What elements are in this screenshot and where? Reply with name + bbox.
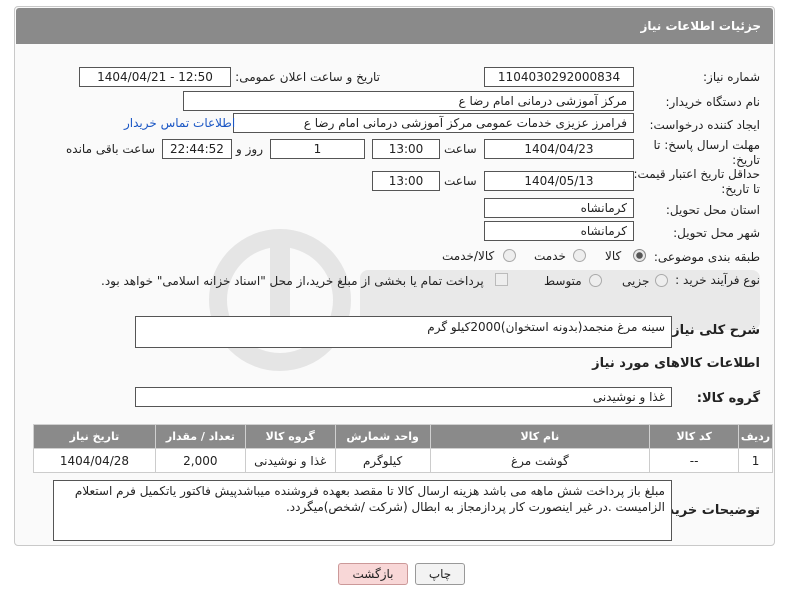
validity-label-date: تا تاریخ: bbox=[721, 182, 760, 196]
payment-note: پرداخت تمام یا بخشی از مبلغ خرید،از محل … bbox=[101, 274, 484, 288]
cell-unit: کیلوگرم bbox=[334, 448, 431, 473]
col-item-name: نام کالا bbox=[429, 424, 651, 449]
category-option-goods: کالا bbox=[605, 249, 622, 263]
col-unit: واحد شمارش bbox=[334, 424, 431, 449]
announce-field: 1404/04/21 - 12:50 bbox=[79, 67, 231, 87]
back-button[interactable]: بازگشت bbox=[338, 563, 408, 585]
category-radio-service[interactable] bbox=[573, 249, 586, 262]
category-option-service: خدمت bbox=[534, 249, 566, 263]
description-label: شرح کلی نیاز: bbox=[666, 323, 760, 338]
remaining-time-field: 22:44:52 bbox=[162, 139, 232, 159]
category-radio-goods-service[interactable] bbox=[503, 249, 516, 262]
city-label: شهر محل تحویل: bbox=[673, 226, 760, 240]
cell-item-name: گوشت مرغ bbox=[429, 448, 651, 473]
table-row: 1 -- گوشت مرغ کیلوگرم غذا و نوشیدنی 2,00… bbox=[33, 448, 773, 473]
deadline-label: مهلت ارسال پاسخ: تا bbox=[653, 138, 760, 152]
validity-time-field: 13:00 bbox=[372, 171, 440, 191]
cell-item-code: -- bbox=[649, 448, 740, 473]
days-label: روز و bbox=[236, 142, 263, 156]
need-number-field: 1104030292000834 bbox=[484, 67, 634, 87]
need-number-label: شماره نیاز: bbox=[703, 70, 760, 84]
buyer-notes-line-1: مبلغ باز پرداخت شش ماهه می باشد هزینه ار… bbox=[74, 484, 665, 498]
deadline-date-field: 1404/04/23 bbox=[484, 139, 634, 159]
panel-header: جزئیات اطلاعات نیاز bbox=[16, 8, 773, 44]
deadline-time-label: ساعت bbox=[444, 142, 477, 156]
buyer-org-label: نام دستگاه خریدار: bbox=[665, 95, 761, 109]
buyer-notes-field: مبلغ باز پرداخت شش ماهه می باشد هزینه ار… bbox=[53, 480, 672, 541]
requester-label: ایجاد کننده درخواست: bbox=[649, 118, 760, 132]
goods-section-title: اطلاعات کالاهای مورد نیاز bbox=[592, 356, 760, 371]
category-label: طبقه بندی موضوعی: bbox=[653, 250, 760, 264]
cell-group: غذا و نوشیدنی bbox=[244, 448, 336, 473]
process-option-medium: متوسط bbox=[544, 274, 582, 288]
goods-group-label: گروه کالا: bbox=[696, 391, 760, 406]
col-row-number: ردیف bbox=[738, 424, 773, 449]
city-field: کرمانشاه bbox=[484, 221, 634, 241]
process-radio-minor[interactable] bbox=[655, 274, 668, 287]
deadline-time-field: 13:00 bbox=[372, 139, 440, 159]
cell-row-number: 1 bbox=[738, 448, 773, 473]
buyer-contact-link[interactable]: اطلاعات تماس خریدار bbox=[124, 116, 235, 130]
days-field: 1 bbox=[270, 139, 365, 159]
col-group: گروه کالا bbox=[244, 424, 336, 449]
requester-field: فرامرز عزیزی خدمات عمومی مرکز آموزشی درم… bbox=[233, 113, 634, 133]
cell-need-date: 1404/04/28 bbox=[33, 448, 156, 473]
remaining-label: ساعت باقی مانده bbox=[66, 142, 156, 156]
col-quantity: تعداد / مقدار bbox=[154, 424, 246, 449]
items-table: ردیف کد کالا نام کالا واحد شمارش گروه کا… bbox=[33, 424, 773, 473]
cell-quantity: 2,000 bbox=[154, 448, 246, 473]
validity-date-field: 1404/05/13 bbox=[484, 171, 634, 191]
treasury-checkbox[interactable] bbox=[495, 273, 508, 286]
buyer-notes-line-2: الزامیست .در غیر اینصورت کار پردازمجاز ب… bbox=[285, 500, 665, 514]
validity-time-label: ساعت bbox=[444, 174, 477, 188]
col-item-code: کد کالا bbox=[649, 424, 740, 449]
print-button[interactable]: چاپ bbox=[415, 563, 465, 585]
deadline-label-date: تاریخ: bbox=[732, 153, 760, 167]
category-radio-goods[interactable] bbox=[633, 249, 646, 262]
province-label: استان محل تحویل: bbox=[665, 203, 760, 217]
buyer-org-field: مرکز آموزشی درمانی امام رضا ع bbox=[183, 91, 634, 111]
table-header-row: ردیف کد کالا نام کالا واحد شمارش گروه کا… bbox=[33, 424, 773, 449]
description-field: سینه مرغ منجمد(بدونه استخوان)2000کیلو گر… bbox=[135, 316, 672, 348]
process-radio-medium[interactable] bbox=[589, 274, 602, 287]
province-field: کرمانشاه bbox=[484, 198, 634, 218]
process-option-minor: جزیی bbox=[622, 274, 650, 288]
goods-group-field: غذا و نوشیدنی bbox=[135, 387, 672, 407]
category-option-goods-service: کالا/خدمت bbox=[442, 249, 495, 263]
process-label: نوع فرآیند خرید : bbox=[675, 273, 760, 287]
announce-label: تاریخ و ساعت اعلان عمومی: bbox=[235, 70, 380, 84]
validity-label: حداقل تاریخ اعتبار قیمت: bbox=[633, 167, 760, 181]
col-need-date: تاریخ نیاز bbox=[33, 424, 156, 449]
